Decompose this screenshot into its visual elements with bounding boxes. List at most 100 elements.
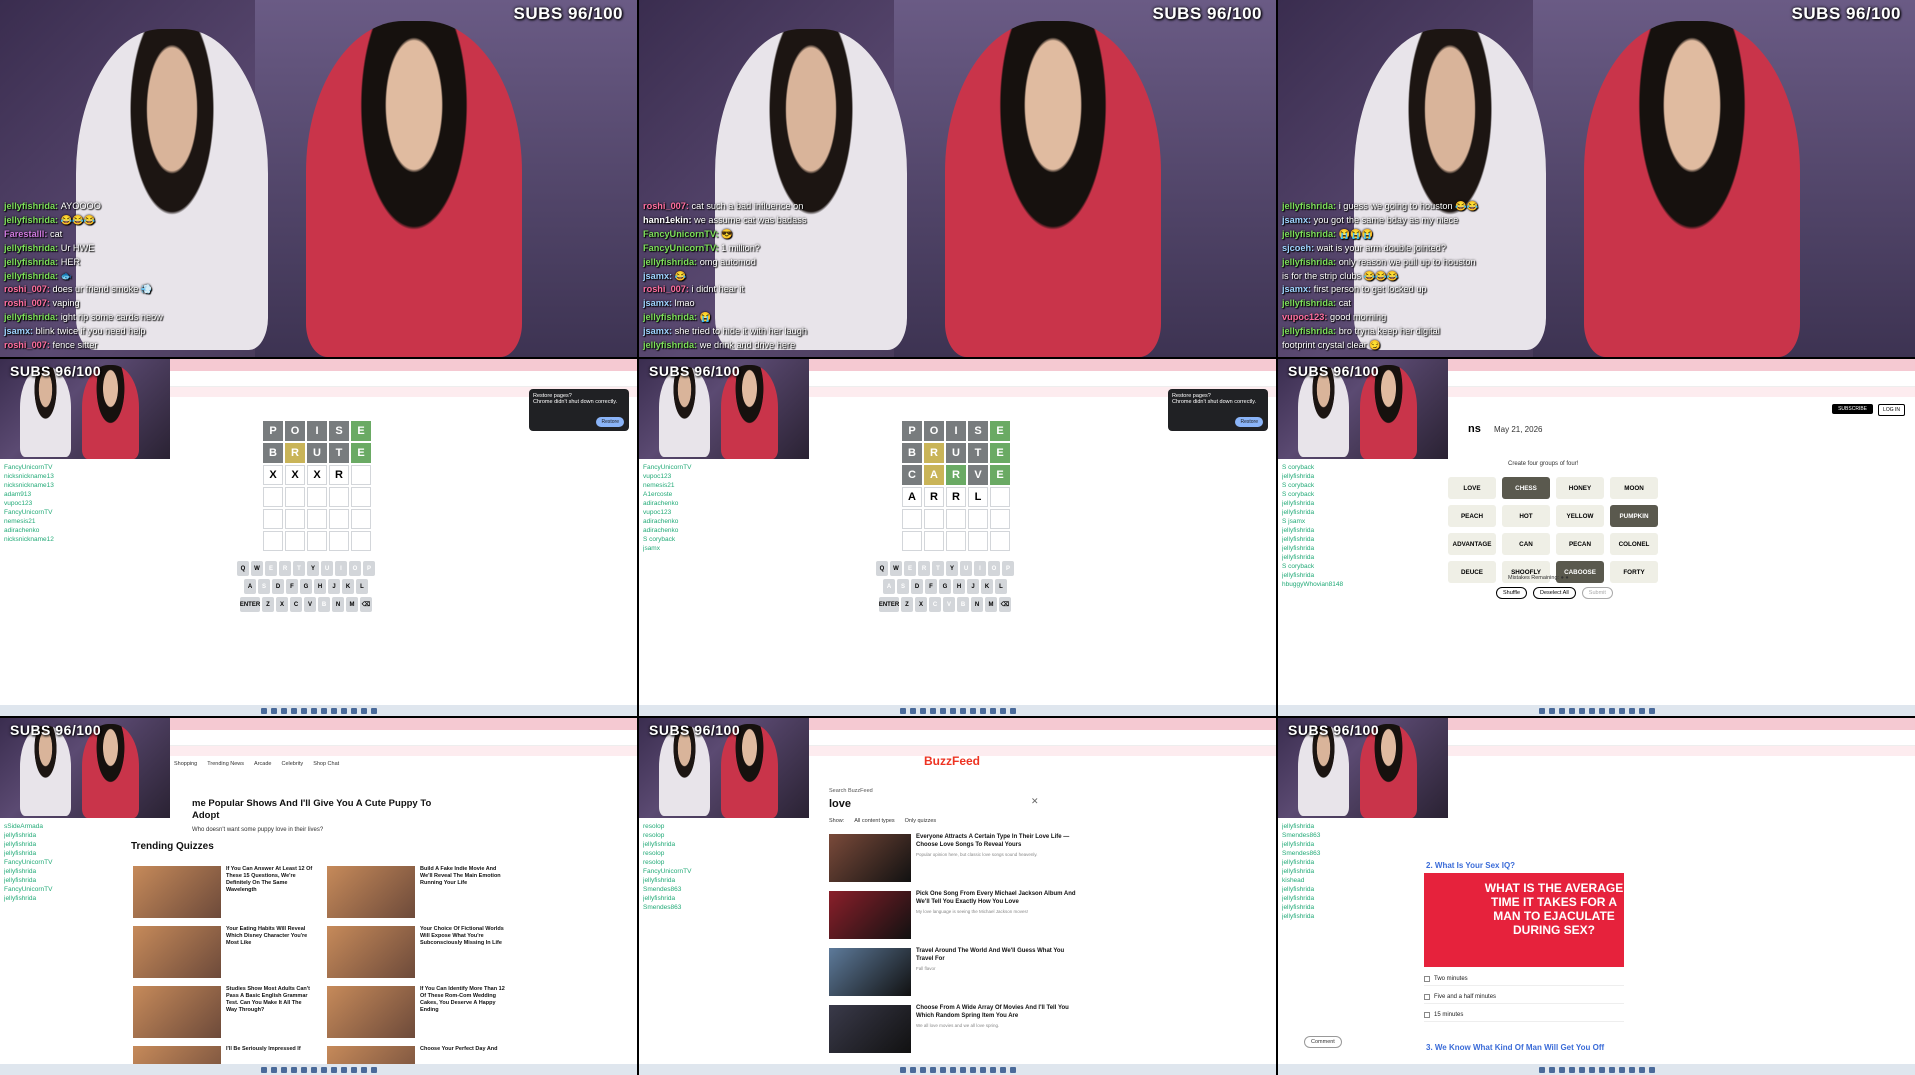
chat-username[interactable]: S coryback xyxy=(1282,481,1444,490)
chat-username[interactable]: vupoc123 xyxy=(643,508,805,517)
chat-username[interactable]: S jsamx xyxy=(1282,517,1444,526)
tab-bar[interactable] xyxy=(809,718,1276,730)
chat-username[interactable]: nicksnickname13 xyxy=(4,472,166,481)
key-m[interactable]: M xyxy=(985,597,997,612)
chat-username[interactable]: A1ercoste xyxy=(643,490,805,499)
key-i[interactable]: I xyxy=(974,561,986,576)
word-card[interactable]: HONEY xyxy=(1556,477,1604,499)
key-k[interactable]: K xyxy=(981,579,993,594)
word-card[interactable]: DEUCE xyxy=(1448,561,1496,583)
word-card[interactable]: COLONEL xyxy=(1610,533,1658,555)
quiz-card[interactable]: Studies Show Most Adults Can't Pass A Ba… xyxy=(133,986,313,1038)
quiz-card[interactable]: Build A Fake Indie Movie And We'll Revea… xyxy=(327,866,507,918)
key-j[interactable]: J xyxy=(328,579,340,594)
chat-username[interactable]: Smendes863 xyxy=(643,903,805,912)
key-k[interactable]: K xyxy=(342,579,354,594)
chat-username[interactable]: jellyfishrida xyxy=(4,831,166,840)
key-j[interactable]: J xyxy=(967,579,979,594)
restore-button[interactable]: Restore xyxy=(1235,417,1263,427)
chat-username[interactable]: jellyfishrida xyxy=(1282,553,1444,562)
chat-username[interactable]: hbuggyWhovian8148 xyxy=(1282,580,1444,589)
chat-username[interactable]: jellyfishrida: xyxy=(1282,326,1339,336)
chat-username[interactable]: jsamx: xyxy=(1282,215,1314,225)
chat-username[interactable]: S coryback xyxy=(1282,490,1444,499)
chat-username[interactable]: jellyfishrida xyxy=(1282,822,1444,831)
chat-username[interactable]: resolop xyxy=(643,858,805,867)
nav-link[interactable]: Arcade xyxy=(254,761,271,767)
key-h[interactable]: H xyxy=(314,579,326,594)
chat-username[interactable]: nemesis21 xyxy=(643,481,805,490)
quiz-card[interactable]: Your Choice Of Fictional Worlds Will Exp… xyxy=(327,926,507,978)
chat-username[interactable]: jsamx: xyxy=(1282,284,1314,294)
chat-username[interactable]: jellyfishrida xyxy=(1282,472,1444,481)
key-u[interactable]: U xyxy=(960,561,972,576)
key-b[interactable]: B xyxy=(957,597,969,612)
result-title-text[interactable]: Pick One Song From Every Michael Jackson… xyxy=(916,891,1076,905)
nav-link[interactable]: Celebrity xyxy=(281,761,303,767)
answer-option[interactable]: 15 minutes xyxy=(1424,1008,1624,1022)
chat-username[interactable]: adirachenko xyxy=(4,526,166,535)
word-card[interactable]: ADVANTAGE xyxy=(1448,533,1496,555)
tab-bar[interactable] xyxy=(1448,718,1915,730)
restore-button[interactable]: Restore xyxy=(596,417,624,427)
word-card[interactable]: CHESS xyxy=(1502,477,1550,499)
chat-username[interactable]: resolop xyxy=(643,822,805,831)
word-card[interactable]: PEACH xyxy=(1448,505,1496,527)
result-title-text[interactable]: Travel Around The World And We'll Guess … xyxy=(916,948,1064,962)
chat-username[interactable]: adirachenko xyxy=(643,517,805,526)
key-z[interactable]: Z xyxy=(262,597,274,612)
tab-bar[interactable] xyxy=(170,718,637,730)
chat-username[interactable]: jellyfishrida: xyxy=(1282,257,1339,267)
key-o[interactable]: O xyxy=(349,561,361,576)
chat-username[interactable]: nicksnickname13 xyxy=(4,481,166,490)
quiz-card[interactable]: If You Can Answer At Least 12 Of These 1… xyxy=(133,866,313,918)
submit-button[interactable]: Submit xyxy=(1581,587,1613,599)
quiz-thumbnail[interactable] xyxy=(327,986,415,1038)
chat-username[interactable]: Smendes863 xyxy=(1282,831,1444,840)
chat-username[interactable]: hann1ekin: xyxy=(643,215,694,225)
filter-all-content[interactable]: All content types xyxy=(854,818,894,824)
chat-username[interactable]: Farestalll: xyxy=(4,229,50,239)
key-p[interactable]: P xyxy=(1002,561,1014,576)
chat-username[interactable]: jellyfishrida xyxy=(643,840,805,849)
chat-username[interactable]: jellyfishrida xyxy=(1282,499,1444,508)
key-b[interactable]: B xyxy=(318,597,330,612)
key-d[interactable]: D xyxy=(272,579,284,594)
comment-button[interactable]: Comment xyxy=(1304,1036,1342,1048)
word-card[interactable]: YELLOW xyxy=(1556,505,1604,527)
buzzfeed-logo[interactable]: BuzzFeed xyxy=(924,754,980,768)
word-card[interactable]: CAN xyxy=(1502,533,1550,555)
word-card[interactable]: MOON xyxy=(1610,477,1658,499)
chat-username[interactable]: adirachenko xyxy=(643,499,805,508)
chat-username[interactable]: FancyUnicornTV xyxy=(643,463,805,472)
key-l[interactable]: L xyxy=(356,579,368,594)
key-h[interactable]: H xyxy=(953,579,965,594)
search-result[interactable]: Travel Around The World And We'll Guess … xyxy=(829,948,1079,996)
shuffle-button[interactable]: Shuffle xyxy=(1496,587,1528,599)
quiz-thumbnail[interactable] xyxy=(327,926,415,978)
nav-link[interactable]: Trending News xyxy=(207,761,244,767)
quiz-title[interactable]: Studies Show Most Adults Can't Pass A Ba… xyxy=(226,986,313,1038)
chat-username[interactable]: sjcoeh: xyxy=(1282,243,1317,253)
close-icon[interactable]: ✕ xyxy=(1031,796,1039,807)
chat-username[interactable]: jellyfishrida: xyxy=(4,312,61,322)
word-card[interactable]: LOVE xyxy=(1448,477,1496,499)
key-u[interactable]: U xyxy=(321,561,333,576)
key-x[interactable]: X xyxy=(915,597,927,612)
chat-username[interactable]: jellyfishrida: xyxy=(4,215,61,225)
key-f[interactable]: F xyxy=(925,579,937,594)
chat-username[interactable]: S coryback xyxy=(1282,463,1444,472)
tab-bar[interactable] xyxy=(170,359,637,371)
result-thumbnail[interactable] xyxy=(829,834,911,882)
quiz-thumbnail[interactable] xyxy=(327,866,415,918)
key-a[interactable]: A xyxy=(883,579,895,594)
chat-username[interactable]: jellyfishrida: xyxy=(643,340,700,350)
chat-username[interactable]: Smendes863 xyxy=(1282,849,1444,858)
chat-username[interactable]: FancyUnicornTV xyxy=(4,463,166,472)
tab-bar[interactable] xyxy=(1448,359,1915,371)
address-bar[interactable] xyxy=(170,730,637,746)
quiz-title[interactable]: Your Eating Habits Will Reveal Which Dis… xyxy=(226,926,313,978)
nav-link[interactable]: Shop Chat xyxy=(313,761,339,767)
key-n[interactable]: N xyxy=(971,597,983,612)
chat-username[interactable]: adirachenko xyxy=(643,526,805,535)
